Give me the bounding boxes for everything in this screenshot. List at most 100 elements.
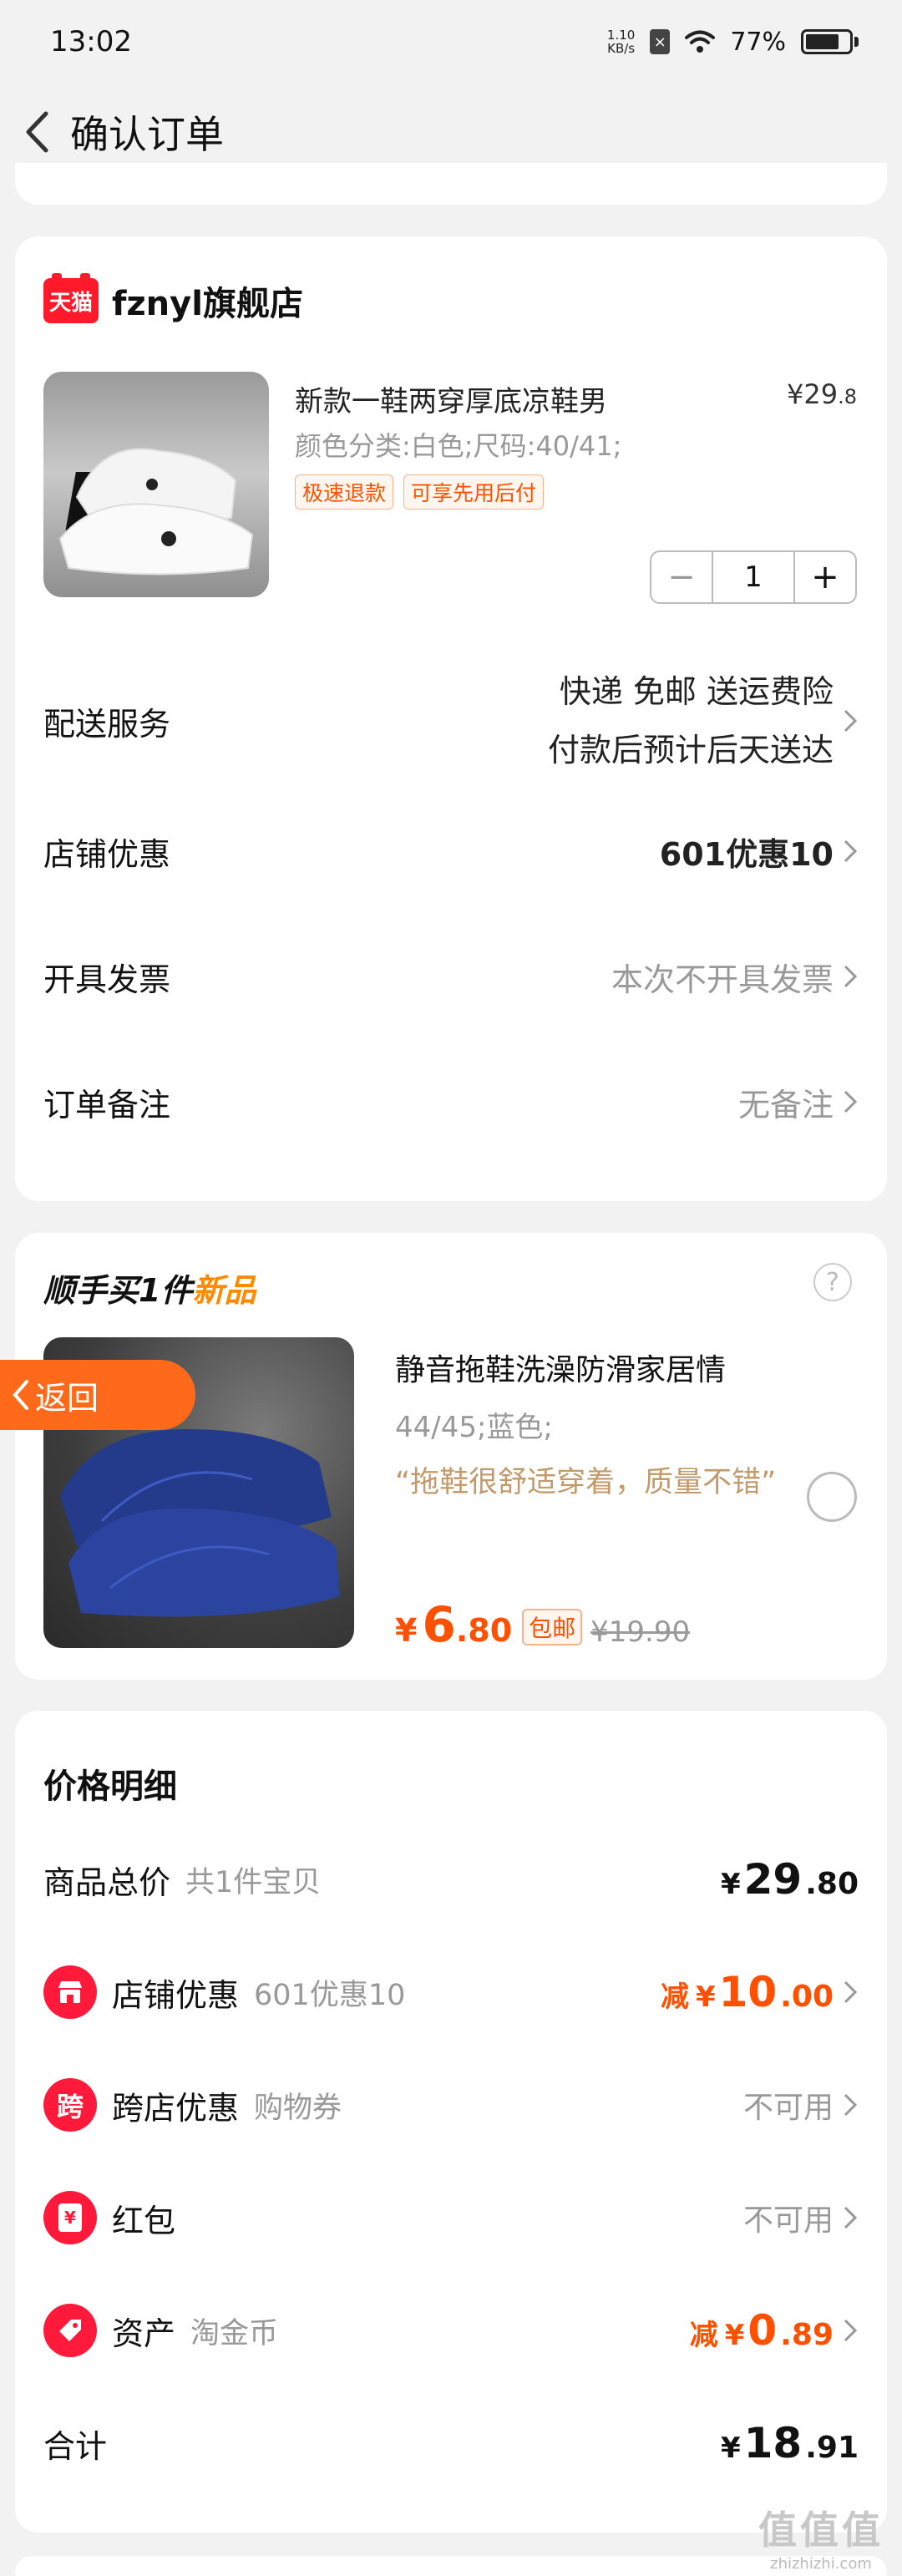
page-title: 确认订单 bbox=[70, 111, 224, 157]
addon-price-int: 6 bbox=[422, 1596, 456, 1653]
cross-store-status: 不可用 bbox=[742, 2091, 834, 2125]
product-tags: 极速退款 可享先用后付 bbox=[295, 474, 545, 510]
addon-product-sku: 44/45;蓝色; bbox=[395, 1411, 553, 1444]
delivery-row[interactable]: 配送服务 快递 免邮 送运费险 付款后预计后天送达 bbox=[43, 662, 859, 779]
sandal-image bbox=[58, 448, 254, 576]
chevron-left-icon bbox=[13, 1380, 28, 1410]
net-speed-unit: KB/s bbox=[607, 41, 636, 56]
addon-product-name[interactable]: 静音拖鞋洗澡防滑家居情 bbox=[395, 1346, 726, 1389]
goods-total-int: 29 bbox=[743, 1855, 803, 1904]
store-coupon-currency: ¥ bbox=[695, 1980, 716, 2014]
goods-total-label: 商品总价 bbox=[43, 1864, 171, 1901]
sum-currency: ¥ bbox=[720, 2431, 741, 2465]
asset-minus: 减 bbox=[689, 2319, 718, 2352]
battery-percent: 77% bbox=[730, 27, 786, 57]
no-sim-icon: × bbox=[650, 29, 671, 54]
net-speed-value: 1.10 bbox=[606, 28, 636, 43]
sum-label: 合计 bbox=[43, 2427, 108, 2465]
next-card-edge bbox=[15, 2556, 887, 2576]
store-discount-row[interactable]: 店铺优惠 601优惠10 bbox=[43, 816, 859, 886]
asset-value: 减 ¥0.89 bbox=[690, 2306, 859, 2355]
watermark-url: zhizhizhi.com bbox=[770, 2555, 872, 2573]
order-note-row[interactable]: 订单备注 无备注 bbox=[43, 1067, 859, 1137]
invoice-value: 本次不开具发票 bbox=[611, 954, 859, 1000]
free-shipping-badge: 包邮 bbox=[522, 1609, 583, 1645]
sum-dec: .91 bbox=[805, 2431, 859, 2465]
battery-icon bbox=[801, 29, 859, 54]
addon-title-prefix: 顺手买1件 bbox=[43, 1272, 193, 1309]
red-packet-icon: ¥ bbox=[43, 2191, 97, 2244]
store-name: fznyl旗舰店 bbox=[112, 285, 303, 323]
decrease-button[interactable]: − bbox=[651, 552, 712, 602]
store-coupon-label: 店铺优惠 bbox=[112, 1976, 240, 2014]
red-packet-glyph: ¥ bbox=[58, 2203, 82, 2232]
store-coupon-value: 减 ¥10.00 bbox=[661, 1968, 859, 2016]
increase-button[interactable]: + bbox=[795, 552, 855, 602]
quantity-value[interactable]: 1 bbox=[712, 552, 795, 602]
cross-store-sub: 购物券 bbox=[254, 2091, 342, 2125]
product-image[interactable] bbox=[43, 372, 269, 597]
store-coupon-int: 10 bbox=[718, 1968, 778, 2016]
status-time: 13:02 bbox=[50, 25, 132, 58]
delivery-label: 配送服务 bbox=[43, 705, 171, 743]
store-coupon-row[interactable]: 店铺优惠 601优惠10 减 ¥10.00 bbox=[43, 1957, 859, 2027]
product-price-int: ¥29 bbox=[787, 378, 839, 410]
product-title[interactable]: 新款一鞋两穿厚底凉鞋男 bbox=[295, 378, 607, 419]
delivery-line-2: 付款后预计后天送达 bbox=[547, 732, 834, 768]
previous-card-edge bbox=[15, 163, 887, 205]
chevron-right-icon bbox=[844, 965, 858, 988]
product-sku[interactable]: 颜色分类:白色;尺码:40/41; bbox=[295, 425, 621, 464]
store-coupon-minus: 减 bbox=[660, 1980, 689, 2014]
order-note-value: 无备注 bbox=[738, 1079, 859, 1125]
chevron-right-icon bbox=[844, 839, 858, 863]
status-bar: 13:02 1.10 KB/s × 77% bbox=[0, 0, 902, 84]
cross-store-label: 跨店优惠 bbox=[112, 2089, 240, 2127]
invoice-text: 本次不开具发票 bbox=[611, 961, 834, 998]
invoice-row[interactable]: 开具发票 本次不开具发票 bbox=[43, 941, 859, 1012]
chevron-right-icon bbox=[844, 709, 858, 733]
goods-total-currency: ¥ bbox=[720, 1868, 741, 1901]
addon-review: “拖鞋很舒适穿着，质量不错” bbox=[395, 1466, 777, 1499]
return-button[interactable]: 返回 bbox=[0, 1360, 195, 1430]
battery-fill bbox=[806, 34, 839, 49]
goods-total-value: ¥29.80 bbox=[721, 1855, 859, 1904]
cross-store-row[interactable]: 跨 跨店优惠 购物券 不可用 bbox=[43, 2070, 859, 2140]
addon-select-radio[interactable] bbox=[807, 1472, 857, 1522]
order-note-label: 订单备注 bbox=[43, 1086, 171, 1123]
asset-sub: 淘金币 bbox=[190, 2316, 279, 2350]
delivery-value: 快递 免邮 送运费险 付款后预计后天送达 bbox=[548, 662, 859, 779]
goods-total-row: 商品总价 共1件宝贝 ¥29.80 bbox=[43, 1844, 859, 1914]
price-detail-card: 价格明细 商品总价 共1件宝贝 ¥29.80 店铺优惠 601优惠10 减 ¥10.0… bbox=[15, 1711, 887, 2533]
store-discount-value: 601优惠10 bbox=[660, 829, 859, 875]
help-icon[interactable]: ? bbox=[813, 1263, 852, 1301]
chevron-right-icon bbox=[844, 1980, 858, 2004]
wifi-icon bbox=[685, 30, 716, 53]
store-icon bbox=[43, 1965, 97, 2019]
goods-total-dec: .80 bbox=[805, 1867, 859, 1901]
store-header[interactable]: 天猫 fznyl旗舰店 bbox=[43, 273, 303, 325]
chevron-right-icon bbox=[844, 2206, 858, 2229]
addon-recommend-card: 顺手买1件新品 ? 静音拖鞋洗澡防滑家居情 44/45;蓝色; “拖鞋很舒适穿着… bbox=[15, 1233, 887, 1680]
addon-price-currency: ¥ bbox=[395, 1612, 418, 1649]
addon-price: ¥ 6.80 包邮 ¥19.90 bbox=[395, 1596, 690, 1653]
store-coupon-sub: 601优惠10 bbox=[254, 1978, 406, 2012]
tag-pay-later: 可享先用后付 bbox=[403, 474, 545, 510]
store-discount-text: 601优惠10 bbox=[659, 835, 834, 873]
delivery-line-1: 快递 免邮 送运费险 bbox=[559, 673, 834, 710]
store-coupon-dec: .00 bbox=[780, 1980, 834, 2014]
site-watermark: 值值值 zhizhizhi.com bbox=[758, 2500, 884, 2573]
status-icons: 1.10 KB/s × 77% bbox=[607, 28, 859, 57]
tmall-logo-icon: 天猫 bbox=[43, 273, 99, 323]
sum-int: 18 bbox=[743, 2419, 803, 2467]
tag-fast-refund: 极速退款 bbox=[295, 474, 394, 510]
chevron-right-icon bbox=[844, 2319, 858, 2342]
product-price: ¥29.8 bbox=[787, 378, 857, 410]
return-label: 返回 bbox=[35, 1379, 99, 1417]
cross-store-value: 不可用 bbox=[743, 2083, 859, 2127]
red-packet-row[interactable]: ¥ 红包 不可用 bbox=[43, 2183, 859, 2253]
addon-price-dec: .80 bbox=[455, 1612, 513, 1649]
product-price-dec: .8 bbox=[838, 385, 857, 408]
red-packet-label: 红包 bbox=[112, 2202, 176, 2239]
asset-row[interactable]: 资产 淘金币 减 ¥0.89 bbox=[43, 2295, 859, 2366]
chevron-right-icon bbox=[844, 2093, 858, 2117]
